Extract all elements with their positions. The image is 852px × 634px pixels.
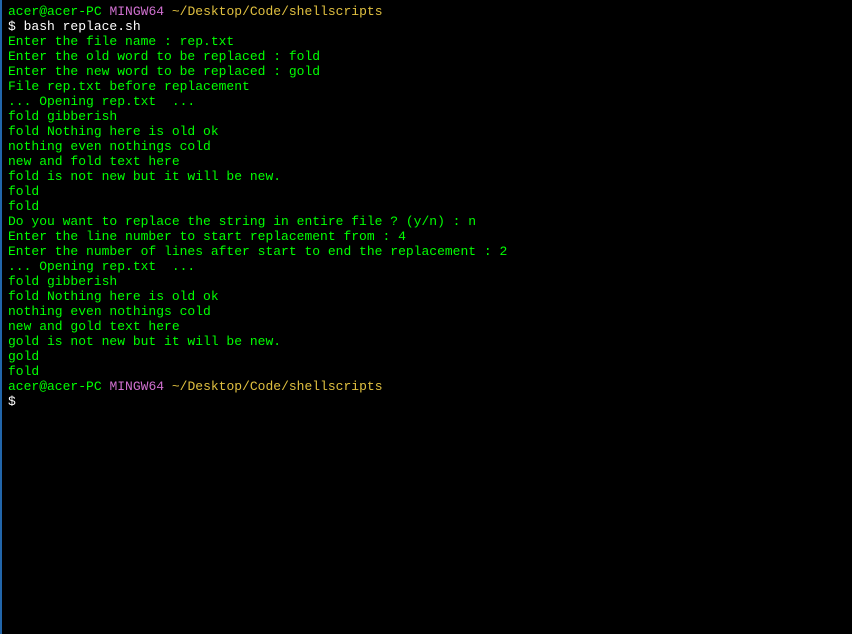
output-line: fold (8, 184, 846, 199)
output-line: Enter the old word to be replaced : fold (8, 49, 846, 64)
output-line: ... Opening rep.txt ... (8, 94, 846, 109)
output-line: fold gibberish (8, 274, 846, 289)
output-line: ... Opening rep.txt ... (8, 259, 846, 274)
output-line: new and fold text here (8, 154, 846, 169)
output-line: fold gibberish (8, 109, 846, 124)
terminal-output[interactable]: acer@acer-PC MINGW64 ~/Desktop/Code/shel… (8, 4, 846, 409)
prompt-path: ~/Desktop/Code/shellscripts (172, 4, 383, 19)
command-line: $ bash replace.sh (8, 19, 846, 34)
output-line: Enter the file name : rep.txt (8, 34, 846, 49)
output-line: gold is not new but it will be new. (8, 334, 846, 349)
output-line: fold is not new but it will be new. (8, 169, 846, 184)
output-line: File rep.txt before replacement (8, 79, 846, 94)
output-line: new and gold text here (8, 319, 846, 334)
output-line: Enter the new word to be replaced : gold (8, 64, 846, 79)
active-prompt-line[interactable]: $ (8, 394, 846, 409)
output-line: fold Nothing here is old ok (8, 124, 846, 139)
prompt-dollar: $ (8, 19, 24, 34)
output-line: nothing even nothings cold (8, 304, 846, 319)
output-line: Enter the line number to start replaceme… (8, 229, 846, 244)
prompt-line-2: acer@acer-PC MINGW64 ~/Desktop/Code/shel… (8, 379, 846, 394)
prompt-path: ~/Desktop/Code/shellscripts (172, 379, 383, 394)
command-text: bash replace.sh (24, 19, 141, 34)
prompt-line-1: acer@acer-PC MINGW64 ~/Desktop/Code/shel… (8, 4, 846, 19)
output-line: fold (8, 364, 846, 379)
output-line: fold (8, 199, 846, 214)
output-line: nothing even nothings cold (8, 139, 846, 154)
prompt-host: MINGW64 (109, 379, 164, 394)
output-line: gold (8, 349, 846, 364)
prompt-user: acer@acer-PC (8, 4, 102, 19)
output-line: Do you want to replace the string in ent… (8, 214, 846, 229)
output-line: fold Nothing here is old ok (8, 289, 846, 304)
prompt-dollar: $ (8, 394, 16, 409)
prompt-user: acer@acer-PC (8, 379, 102, 394)
prompt-host: MINGW64 (109, 4, 164, 19)
output-line: Enter the number of lines after start to… (8, 244, 846, 259)
